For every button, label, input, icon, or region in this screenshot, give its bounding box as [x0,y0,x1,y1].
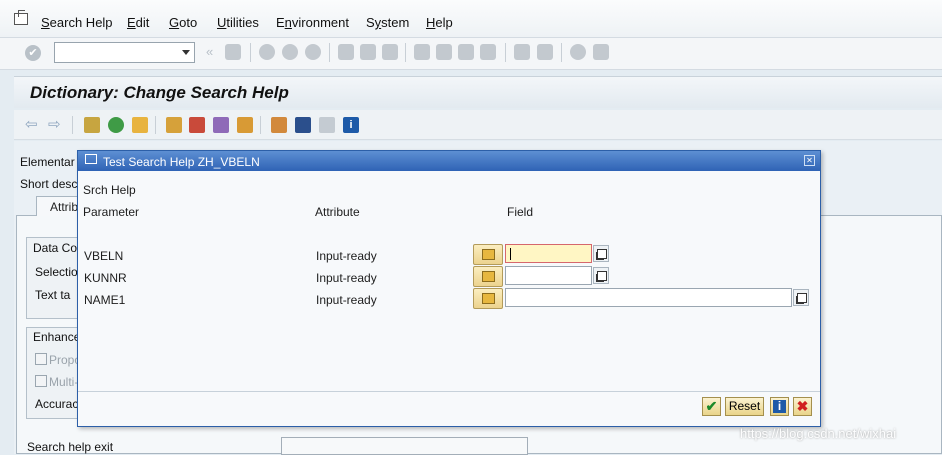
row-attribute-kunnr: Input-ready [316,271,377,285]
value-help-icon [482,293,495,304]
multi-column-label: Multi- [49,375,79,389]
selection-method-label: Selectio [35,265,78,279]
search-help-exit-field[interactable] [281,437,528,455]
dialog-title: Test Search Help ZH_VBELN [103,155,260,169]
back-icon[interactable] [259,44,275,60]
toolbar-separator [329,43,330,62]
activate-icon[interactable] [132,117,148,133]
info-icon: i [773,400,786,413]
multiple-selection-icon[interactable] [793,289,809,306]
forward-arrow-icon[interactable]: ⇨ [48,115,61,133]
value-help-button-vbeln[interactable] [473,244,503,265]
layout-menu-icon[interactable] [593,44,609,60]
navigation-icon[interactable] [237,117,253,133]
multi-column-checkbox[interactable] [35,375,47,387]
title-bar: Dictionary: Change Search Help [14,76,942,108]
application-toolbar [14,110,942,140]
command-field[interactable] [54,42,195,63]
exit-icon[interactable] [282,44,298,60]
back-arrow-icon[interactable]: ⇦ [25,115,38,133]
short-description-label: Short desc [20,177,78,191]
input-vbeln[interactable] [505,244,592,263]
column-header-parameter: Parameter [83,205,140,219]
hierarchy-icon[interactable] [271,117,287,133]
shortcut-icon[interactable] [537,44,553,60]
display-change-icon[interactable] [84,117,100,133]
toolbar-separator [561,43,562,62]
input-name1[interactable] [505,288,792,307]
first-page-icon[interactable] [414,44,430,60]
row-attribute-vbeln: Input-ready [316,249,377,263]
value-help-icon [482,271,495,282]
find-next-icon[interactable] [382,44,398,60]
menu-system[interactable]: System [366,15,409,30]
toolbar-separator [155,116,156,134]
menu-goto[interactable]: Goto [169,15,197,30]
double-chevron-left-icon: « [206,44,214,59]
next-page-icon[interactable] [458,44,474,60]
multiple-selection-icon[interactable] [593,267,609,284]
search-help-exit-label: Search help exit [27,440,114,454]
cancel-icon[interactable] [305,44,321,60]
last-page-icon[interactable] [480,44,496,60]
toolbar-separator [505,43,506,62]
ok-button[interactable]: ✔ [702,397,721,416]
proposal-checkbox[interactable] [35,353,47,365]
cancel-button[interactable]: ✖ [793,397,812,416]
multiple-selection-icon[interactable] [593,245,609,262]
toolbar-separator [405,43,406,62]
check-icon[interactable] [108,117,124,133]
elementary-label: Elementar [20,155,75,169]
layout-icon[interactable] [319,117,335,133]
dialog-icon [85,154,97,164]
dialog-titlebar: Test Search Help ZH_VBELN ✕ [78,151,820,171]
where-used-icon[interactable] [166,117,182,133]
text-table-label: Text ta [35,288,71,302]
enter-icon[interactable]: ✔ [25,45,41,61]
menu-icon[interactable] [14,10,28,25]
menu-edit[interactable]: Edit [127,15,149,30]
enhanced-options-label: Enhance [33,330,81,344]
menu-help[interactable]: Help [426,15,453,30]
menu-environment[interactable]: Environment [276,15,349,30]
row-parameter-kunnr: KUNNR [84,271,127,285]
value-help-button-kunnr[interactable] [473,266,503,287]
close-icon[interactable]: ✕ [804,155,815,166]
dialog-footer-divider [78,391,820,392]
watermark: https://blog.csdn.net/wixhai [740,426,897,441]
save-icon[interactable] [225,44,241,60]
row-parameter-name1: NAME1 [84,293,126,307]
reset-button[interactable]: Reset [725,397,764,416]
info-icon[interactable]: i [343,117,359,133]
value-help-icon [482,249,495,260]
align-icon[interactable] [295,117,311,133]
previous-page-icon[interactable] [436,44,452,60]
object-list-icon[interactable] [213,117,229,133]
row-attribute-name1: Input-ready [316,293,377,307]
toolbar-separator [250,43,251,62]
input-kunnr[interactable] [505,266,592,285]
page-title: Dictionary: Change Search Help [30,83,289,102]
help-icon[interactable] [570,44,586,60]
test-icon[interactable] [189,117,205,133]
value-help-button-name1[interactable] [473,288,503,309]
row-parameter-vbeln: VBELN [84,249,124,263]
tab-attributes-label: Attrib [50,200,79,214]
toolbar-separator [260,116,261,134]
find-icon[interactable] [360,44,376,60]
new-session-icon[interactable] [514,44,530,60]
info-button[interactable]: i [770,397,789,416]
menu-utilities[interactable]: Utilities [217,15,259,30]
column-header-field: Field [507,205,534,219]
srch-help-label: Srch Help [83,183,136,197]
print-icon[interactable] [338,44,354,60]
toolbar-separator [72,116,73,134]
data-collection-label: Data Co [33,241,78,255]
column-header-attribute: Attribute [315,205,360,219]
accuracy-label: Accurac [35,397,79,411]
menu-search-help[interactable]: Search Help [41,15,113,30]
test-search-help-dialog: Test Search Help ZH_VBELN ✕ Srch Help Pa… [77,150,821,427]
dropdown-arrow-icon[interactable] [182,50,190,55]
